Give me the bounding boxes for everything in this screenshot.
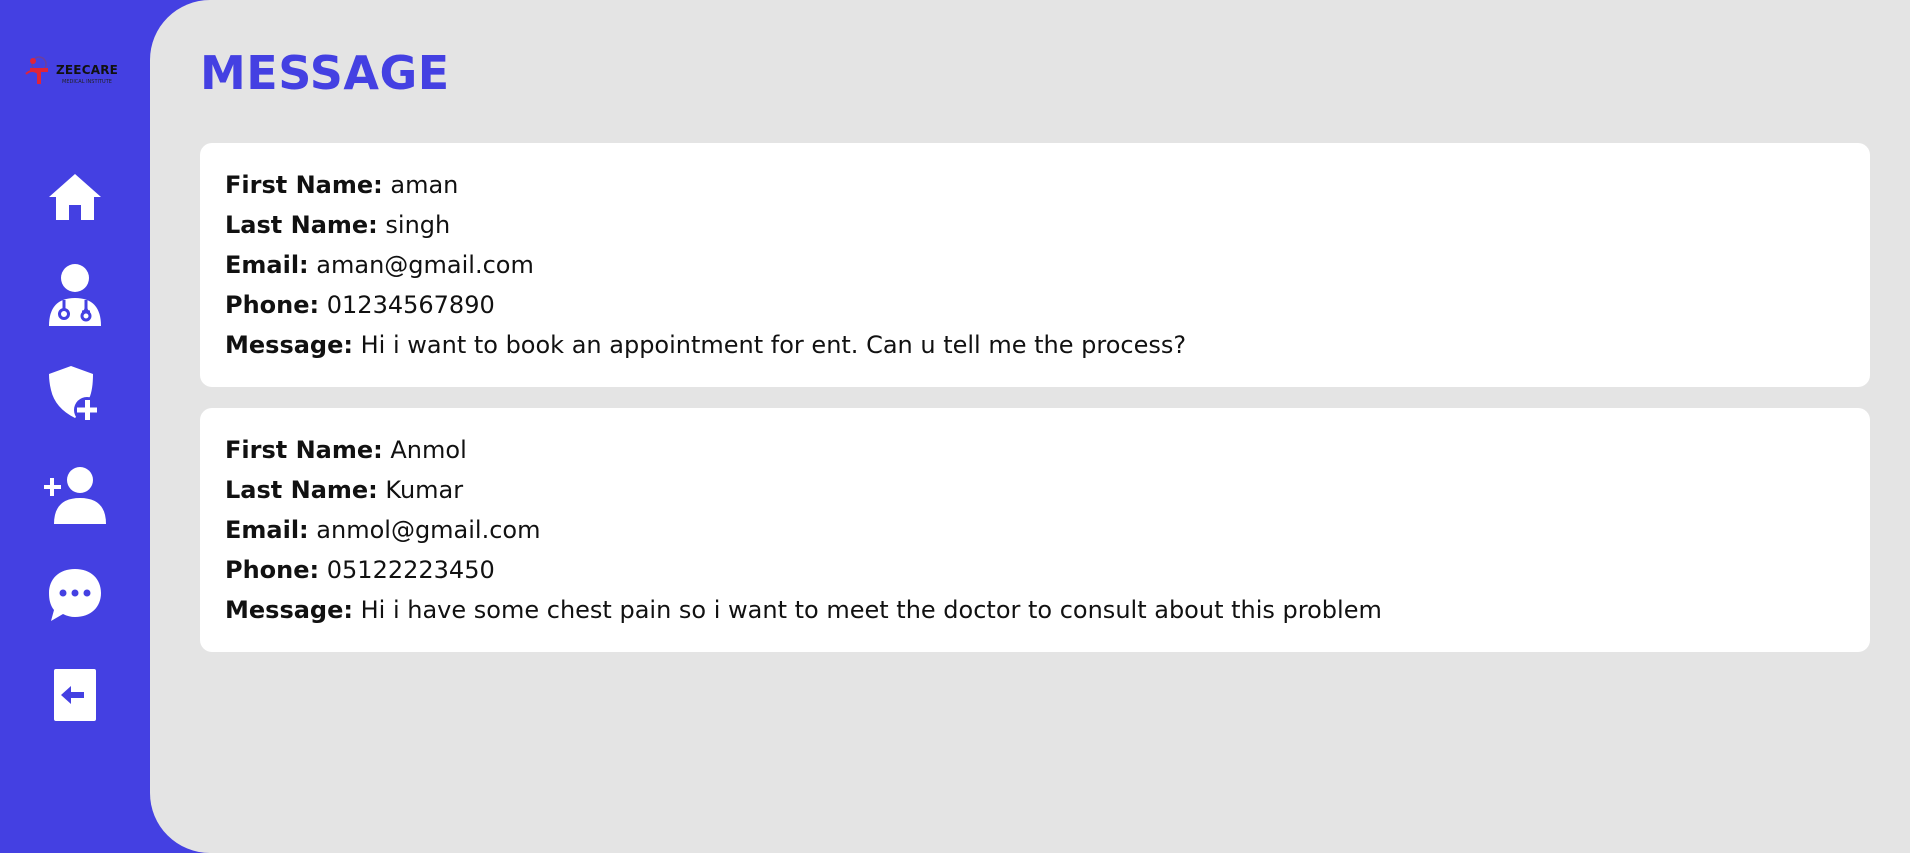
email-label: Email: [225, 251, 309, 279]
email-value: aman@gmail.com [316, 251, 534, 279]
last-name-label: Last Name: [225, 476, 378, 504]
message-phone: Phone: 05122223450 [225, 550, 1845, 590]
home-icon [49, 174, 101, 220]
message-email: Email: aman@gmail.com [225, 245, 1845, 285]
first-name-label: First Name: [225, 171, 383, 199]
email-value: anmol@gmail.com [316, 516, 541, 544]
message-first-name: First Name: Anmol [225, 430, 1845, 470]
phone-value: 01234567890 [326, 291, 495, 319]
last-name-value: Kumar [385, 476, 464, 504]
last-name-value: singh [385, 211, 451, 239]
sidebar-item-logout[interactable] [44, 664, 106, 726]
message-phone: Phone: 01234567890 [225, 285, 1845, 325]
logo-mark-icon [25, 56, 48, 84]
phone-label: Phone: [225, 291, 320, 319]
message-last-name: Last Name: singh [225, 205, 1845, 245]
first-name-value: Anmol [390, 436, 467, 464]
sidebar-item-dashboard[interactable] [44, 166, 106, 228]
chat-bubble-icon [49, 569, 101, 621]
first-name-label: First Name: [225, 436, 383, 464]
brand-logo[interactable]: ZEECARE MEDICAL INSTITUTE [22, 50, 132, 94]
message-value: Hi i want to book an appointment for ent… [360, 331, 1187, 359]
first-name-value: aman [390, 171, 459, 199]
message-first-name: First Name: aman [225, 165, 1845, 205]
sidebar-item-messages[interactable] [44, 564, 106, 626]
message-card: First Name: aman Last Name: singh Email:… [200, 143, 1870, 387]
message-label: Message: [225, 596, 353, 624]
sidebar-item-add-doctor[interactable] [44, 464, 106, 526]
message-last-name: Last Name: Kumar [225, 470, 1845, 510]
brand-tagline: MEDICAL INSTITUTE [62, 79, 112, 85]
main-content: MESSAGE First Name: aman Last Name: sing… [150, 0, 1910, 853]
last-name-label: Last Name: [225, 211, 378, 239]
sidebar-item-add-admin[interactable] [44, 364, 106, 426]
page-title: MESSAGE [200, 46, 450, 100]
phone-label: Phone: [225, 556, 320, 584]
message-label: Message: [225, 331, 353, 359]
user-plus-icon [44, 467, 106, 524]
email-label: Email: [225, 516, 309, 544]
shield-plus-icon [49, 366, 100, 423]
doctor-icon [49, 264, 101, 326]
message-text: Message: Hi i want to book an appointmen… [225, 325, 1845, 365]
message-value: Hi i have some chest pain so i want to m… [360, 596, 1382, 624]
message-email: Email: anmol@gmail.com [225, 510, 1845, 550]
message-card: First Name: Anmol Last Name: Kumar Email… [200, 408, 1870, 652]
sidebar-item-doctors[interactable] [44, 264, 106, 326]
brand-name: ZEECARE [56, 63, 119, 77]
logout-icon [54, 669, 96, 721]
message-text: Message: Hi i have some chest pain so i … [225, 590, 1845, 630]
phone-value: 05122223450 [326, 556, 495, 584]
sidebar: ZEECARE MEDICAL INSTITUTE [0, 0, 150, 853]
